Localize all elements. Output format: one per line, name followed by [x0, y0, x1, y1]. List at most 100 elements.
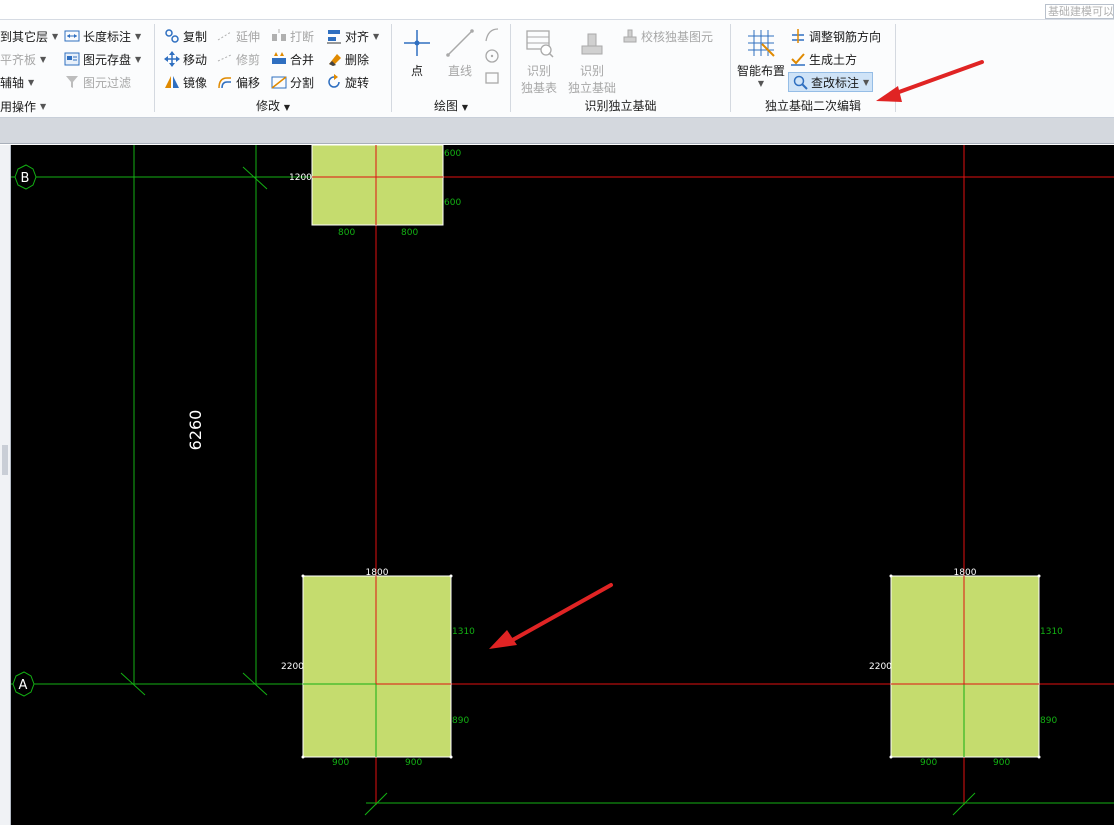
foundation-a1-bottom-left-dim: 900	[332, 758, 349, 768]
foundation-a2-right-top-dim: 1310	[1040, 627, 1063, 637]
copy-button[interactable]: 复制	[164, 26, 207, 46]
draw-group-label[interactable]: 绘图 ▼	[392, 97, 510, 114]
copy-to-layer-button[interactable]: 到其它层 ▼	[0, 26, 58, 46]
save-element-label: 图元存盘	[83, 52, 132, 67]
foundation-a2-right-bottom-dim: 890	[1040, 716, 1057, 726]
title-strip: 基础建模可以	[0, 0, 1114, 20]
rotate-icon	[326, 74, 342, 90]
adjust-rebar-icon	[790, 28, 806, 44]
generate-earthwork-label: 生成土方	[809, 52, 858, 67]
smart-layout-label: 智能布置	[736, 64, 785, 78]
length-dim-label: 长度标注	[83, 29, 132, 44]
edit-dimension-button[interactable]: 查改标注 ▼	[788, 72, 874, 92]
mirror-button[interactable]: 镜像	[164, 72, 207, 92]
chevron-down-icon: ▼	[40, 54, 47, 64]
flat-board-label: 平齐板	[0, 52, 37, 67]
check-foundation-label: 校核独基图元	[641, 29, 714, 44]
recognize-table-label-2: 独基表	[521, 81, 558, 95]
flat-board-button[interactable]: 平齐板 ▼	[0, 49, 46, 69]
adjust-rebar-button[interactable]: 调整钢筋方向	[790, 26, 881, 46]
foundation-a1-bottom-right-dim: 900	[405, 758, 422, 768]
foundation-a1-left-dim: 2200	[281, 662, 304, 672]
smart-layout-button[interactable]: 智能布置 ▼	[735, 28, 787, 88]
ribbon-group-modify: 复制 延伸 打断 对齐 ▼ 移动 修剪 合并 删除 镜像 偏移 分割 旋转 修改…	[155, 20, 392, 118]
move-button[interactable]: 移动	[164, 49, 207, 69]
circle-icon[interactable]	[484, 48, 500, 67]
ribbon-group-general: 到其它层 ▼ 平齐板 ▼ 辅轴 ▼ 用操作 ▼ 长度标注 ▼ 图元存盘 ▼ 图元过滤	[0, 20, 155, 118]
search-input[interactable]: 基础建模可以	[1045, 4, 1114, 19]
generate-earthwork-button[interactable]: 生成土方	[790, 49, 857, 69]
offset-button[interactable]: 偏移	[217, 72, 260, 92]
copy-icon	[164, 28, 180, 44]
recognize-foundation-label-2: 独立基础	[567, 81, 616, 95]
earthwork-icon	[790, 51, 806, 67]
foundation-top-left-dim: 1200	[289, 173, 312, 183]
arc-icon[interactable]	[484, 27, 500, 46]
common-ops-button[interactable]: 用操作 ▼	[0, 96, 46, 116]
foundation-top-right-top-dim: 600	[444, 149, 461, 159]
magnifier-icon	[792, 74, 808, 90]
extend-button[interactable]: 延伸	[217, 26, 260, 46]
align-button[interactable]: 对齐 ▼	[326, 26, 379, 46]
copy-to-layer-label: 到其它层	[0, 29, 49, 44]
length-dim-button[interactable]: 长度标注 ▼	[64, 26, 141, 46]
modify-group-label[interactable]: 修改 ▼	[155, 97, 391, 114]
span-dimension-text: 6260	[186, 410, 205, 451]
merge-button[interactable]: 合并	[271, 49, 314, 69]
line-label: 直线	[447, 64, 472, 78]
recognize-group-label: 识别独立基础	[584, 99, 657, 113]
axis-bubble-b: B	[14, 164, 37, 190]
break-icon	[271, 28, 287, 44]
point-button[interactable]: 点	[402, 28, 432, 79]
panel-splitter-handle[interactable]	[2, 445, 8, 475]
check-foundation-button[interactable]: 校核独基图元	[622, 26, 713, 46]
edit-dimension-label: 查改标注	[811, 75, 860, 90]
line-button[interactable]: 直线	[445, 28, 475, 79]
split-button[interactable]: 分割	[271, 72, 314, 92]
foundation-top: 1200 600 600 800 800	[289, 145, 461, 238]
break-button[interactable]: 打断	[271, 26, 314, 46]
axis-label-a: A	[19, 678, 28, 693]
mirror-icon	[164, 74, 180, 90]
recognize-foundation-button[interactable]: 识别 独立基础	[567, 28, 617, 96]
length-dim-icon	[64, 28, 80, 44]
foundation-a1-right-bottom-dim: 890	[452, 716, 469, 726]
rotate-button[interactable]: 旋转	[326, 72, 369, 92]
filter-element-button[interactable]: 图元过滤	[64, 72, 131, 92]
offset-icon	[217, 74, 233, 90]
foundation-a2: 1800 2200 1310 890 900 900	[869, 568, 1063, 768]
aux-axis-label: 辅轴	[0, 75, 25, 90]
mirror-label: 镜像	[183, 75, 208, 90]
aux-axis-button[interactable]: 辅轴 ▼	[0, 72, 34, 92]
rectangle-icon[interactable]	[484, 70, 500, 89]
save-element-icon	[64, 51, 80, 67]
ribbon-group-draw: 点 直线 绘图 ▼	[392, 20, 511, 118]
drawing-canvas[interactable]: B A 6260 1200 600 600 800 800 1800 2200 …	[11, 145, 1114, 825]
ribbon-group-recognize: 识别 独基表 识别 独立基础 校核独基图元 识别独立基础	[511, 20, 731, 118]
foundation-recognize-icon	[577, 28, 607, 58]
save-element-button[interactable]: 图元存盘 ▼	[64, 49, 141, 69]
chevron-down-icon: ▼	[52, 31, 59, 41]
merge-icon	[271, 51, 287, 67]
foundation-a2-bottom-left-dim: 900	[920, 758, 937, 768]
common-ops-label: 用操作	[0, 99, 37, 114]
filter-element-label: 图元过滤	[83, 75, 132, 90]
foundation-a2-bottom-right-dim: 900	[993, 758, 1010, 768]
move-icon	[164, 51, 180, 67]
left-panel-collapsed[interactable]	[0, 145, 11, 825]
ribbon-toolbar: 到其它层 ▼ 平齐板 ▼ 辅轴 ▼ 用操作 ▼ 长度标注 ▼ 图元存盘 ▼ 图元过滤 复制	[0, 20, 1114, 118]
foundation-top-bottom-right-dim: 800	[401, 228, 418, 238]
recognize-table-button[interactable]: 识别 独基表	[521, 28, 557, 96]
eraser-icon	[326, 51, 342, 67]
axis-label-b: B	[21, 171, 30, 186]
chevron-down-icon: ▼	[863, 77, 870, 87]
table-recognize-icon	[524, 28, 554, 58]
merge-label: 合并	[290, 52, 315, 67]
smart-layout-icon	[746, 28, 776, 58]
trim-button[interactable]: 修剪	[217, 49, 260, 69]
cad-drawing[interactable]: B A 6260 1200 600 600 800 800 1800 2200 …	[11, 145, 1114, 825]
extend-label: 延伸	[236, 29, 261, 44]
annotation-arrow	[876, 60, 984, 102]
foundation-top-bottom-left-dim: 800	[338, 228, 355, 238]
delete-button[interactable]: 删除	[326, 49, 369, 69]
